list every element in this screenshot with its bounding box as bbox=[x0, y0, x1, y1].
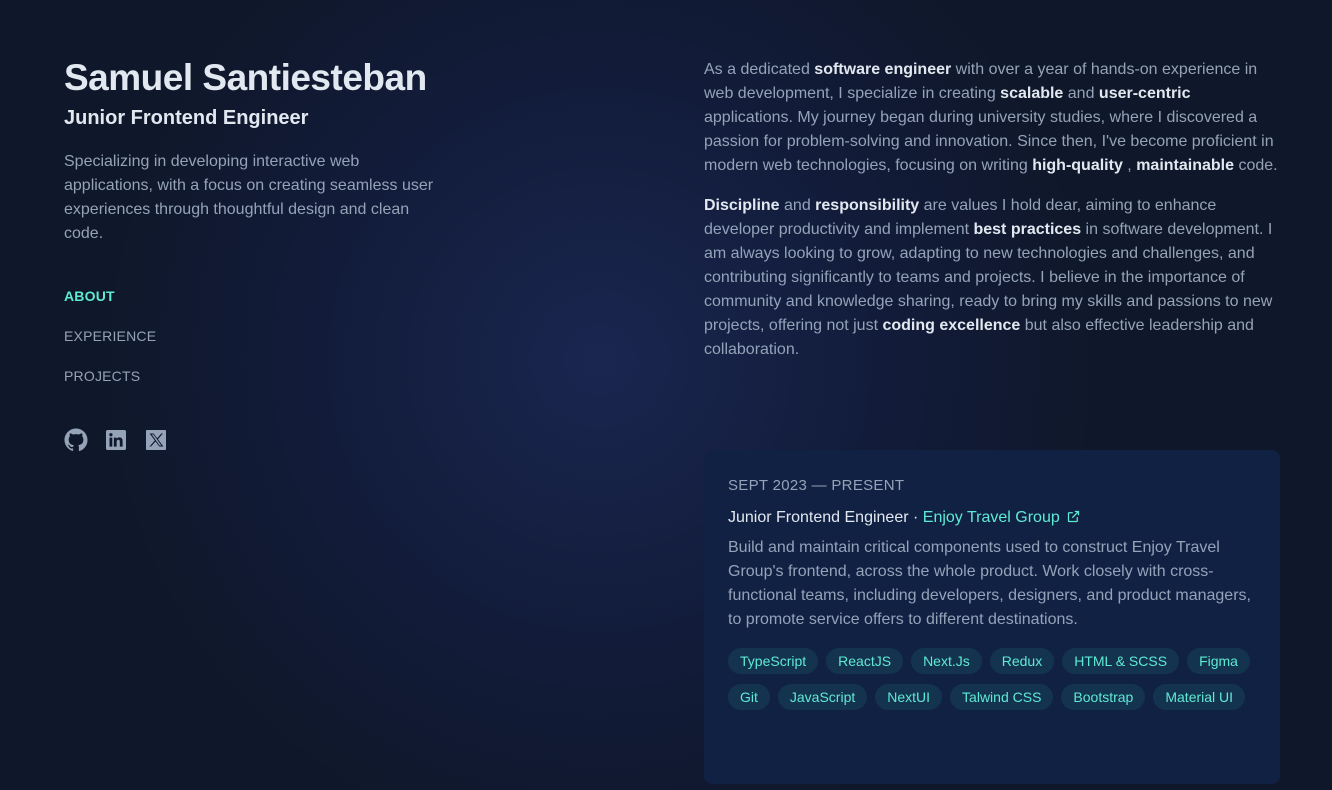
tech-tag: ReactJS bbox=[826, 648, 904, 674]
body-text: code. bbox=[1234, 157, 1278, 174]
about-section: As a dedicated software engineer with ov… bbox=[704, 58, 1280, 378]
profile-tagline: Specializing in developing interactive w… bbox=[64, 153, 434, 242]
emphasis-text: coding excellence bbox=[882, 317, 1021, 334]
title-separator: · bbox=[908, 509, 923, 526]
emphasis-text: scalable bbox=[1000, 85, 1064, 102]
linkedin-icon[interactable] bbox=[104, 428, 128, 452]
profile-role: Junior Frontend Engineer bbox=[64, 107, 309, 129]
emphasis-text: software engineer bbox=[814, 61, 952, 78]
tech-tag: JavaScript bbox=[777, 684, 868, 710]
tech-tags: TypeScript ReactJS Next.Js Redux HTML & SCSS… bbox=[728, 648, 1258, 710]
emphasis-text: responsibility bbox=[815, 197, 920, 214]
nav-item-about[interactable]: ABOUT bbox=[64, 286, 444, 306]
about-paragraph-1: As a dedicated software engineer with ov… bbox=[704, 58, 1280, 178]
emphasis-text: high-quality bbox=[1032, 157, 1123, 174]
profile-name: Samuel Santiesteban bbox=[64, 57, 427, 98]
tech-tag: Next.Js bbox=[911, 648, 982, 674]
external-link-icon bbox=[1066, 508, 1081, 532]
tech-tag: HTML & SCSS bbox=[1062, 648, 1180, 674]
body-text: , bbox=[1122, 157, 1137, 174]
github-icon[interactable] bbox=[64, 428, 88, 452]
body-text: and bbox=[1063, 85, 1099, 102]
tech-tag: Git bbox=[728, 684, 770, 710]
company-name: Enjoy Travel Group bbox=[922, 509, 1060, 526]
experience-title: Junior Frontend Engineer bbox=[728, 509, 909, 526]
tech-tag: NextUI bbox=[875, 684, 943, 710]
company-link[interactable]: Enjoy Travel Group bbox=[923, 509, 1081, 526]
profile-column: Samuel Santiesteban Junior Frontend Engi… bbox=[64, 56, 444, 452]
emphasis-text: user-centric bbox=[1098, 85, 1191, 102]
tech-tag: TypeScript bbox=[728, 648, 819, 674]
body-text: As a dedicated bbox=[704, 61, 815, 78]
tech-tag: Talwind CSS bbox=[950, 684, 1054, 710]
nav-item-experience[interactable]: EXPERIENCE bbox=[64, 326, 444, 346]
experience-heading: Junior Frontend Engineer · Enjoy Travel … bbox=[728, 506, 1256, 532]
tech-tag: Redux bbox=[989, 648, 1055, 674]
social-links bbox=[64, 428, 444, 452]
section-nav: ABOUT EXPERIENCE PROJECTS bbox=[64, 286, 444, 386]
x-icon[interactable] bbox=[144, 428, 168, 452]
nav-item-projects[interactable]: PROJECTS bbox=[64, 366, 444, 386]
about-paragraph-2: Discipline and responsibility are values… bbox=[704, 194, 1280, 362]
tech-tag: Bootstrap bbox=[1061, 684, 1146, 710]
experience-description: Build and maintain critical components u… bbox=[728, 539, 1251, 628]
experience-card[interactable]: SEPT 2023 — PRESENT Junior Frontend Engi… bbox=[704, 450, 1280, 784]
emphasis-text: maintainable bbox=[1136, 157, 1234, 174]
tech-tag: Figma bbox=[1187, 648, 1250, 674]
experience-date: SEPT 2023 — PRESENT bbox=[728, 477, 905, 494]
tech-tag: Material UI bbox=[1153, 684, 1246, 710]
body-text: and bbox=[779, 197, 816, 214]
emphasis-text: Discipline bbox=[704, 197, 780, 214]
emphasis-text: best practices bbox=[973, 221, 1082, 238]
